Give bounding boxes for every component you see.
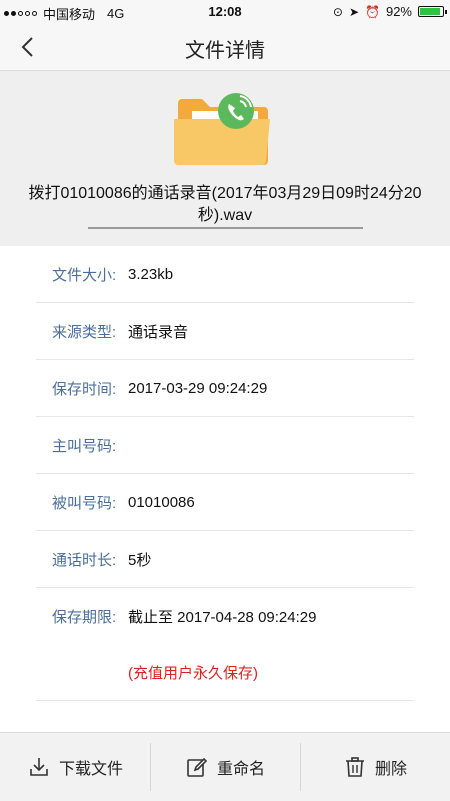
page-title: 文件详情 [185,40,265,62]
detail-label: 通话时长: [52,551,117,569]
detail-value: 01010086 [128,493,195,511]
detail-row-note: (充值用户永久保存) [36,644,414,701]
bottom-toolbar: 下载文件 重命名 删除 [0,732,450,801]
battery-percent: 92% [385,4,412,19]
detail-list: 文件大小: 3.23kb 来源类型: 通话录音 保存时间: 2017-03-29… [36,246,414,701]
download-icon [30,758,48,776]
delete-label: 删除 [374,761,407,778]
detail-label: 保存期限: [52,608,117,626]
battery-fill [420,8,441,15]
rename-label: 重命名 [216,761,265,778]
file-header: 拨打01010086的通话录音(2017年03月29日09时24分20秒).wa… [0,71,450,246]
detail-value: 2017-03-29 09:24:29 [128,379,268,397]
detail-row-callee: 被叫号码: 01010086 [36,474,414,531]
download-label: 下载文件 [58,761,123,778]
rotation-lock-icon: ⊙ [332,4,343,19]
edit-icon [187,757,208,777]
folder-phone-icon [174,93,270,165]
detail-row-caller: 主叫号码: [36,417,414,474]
detail-row-saved-time: 保存时间: 2017-03-29 09:24:29 [36,360,414,417]
detail-label: 主叫号码: [52,437,117,455]
detail-label: 文件大小: [52,266,117,284]
trash-icon [345,757,364,777]
battery-icon [418,6,447,17]
detail-row-expiry: 保存期限: 截止至 2017-04-28 09:24:29 [36,588,414,644]
file-name: 拨打01010086的通话录音(2017年03月29日09时24分20秒).wa… [28,185,422,224]
detail-label: 被叫号码: [52,494,117,512]
location-icon: ➤ [348,4,360,19]
alarm-icon: ⏰ [365,4,380,19]
detail-row-duration: 通话时长: 5秒 [36,531,414,588]
download-button[interactable]: 下载文件 [0,733,150,801]
detail-label: 来源类型: [52,323,117,341]
detail-value: 通话录音 [128,323,189,341]
delete-button[interactable]: 删除 [300,733,450,801]
detail-value: 5秒 [128,551,152,569]
rename-button[interactable]: 重命名 [150,733,300,801]
detail-value: 截止至 2017-04-28 09:24:29 [128,608,317,626]
premium-note: (充值用户永久保存) [128,664,258,682]
detail-row-source: 来源类型: 通话录音 [36,303,414,360]
detail-row-size: 文件大小: 3.23kb [36,246,414,303]
detail-value: 3.23kb [128,265,174,283]
status-bar: 中国移动 4G 12:08 ⊙ ➤ ⏰ 92% [0,0,450,24]
detail-label: 保存时间: [52,380,117,398]
status-right: ⊙ ➤ ⏰ 92% [332,4,447,19]
file-name-underline [88,227,363,229]
nav-bar: 文件详情 [0,24,450,71]
